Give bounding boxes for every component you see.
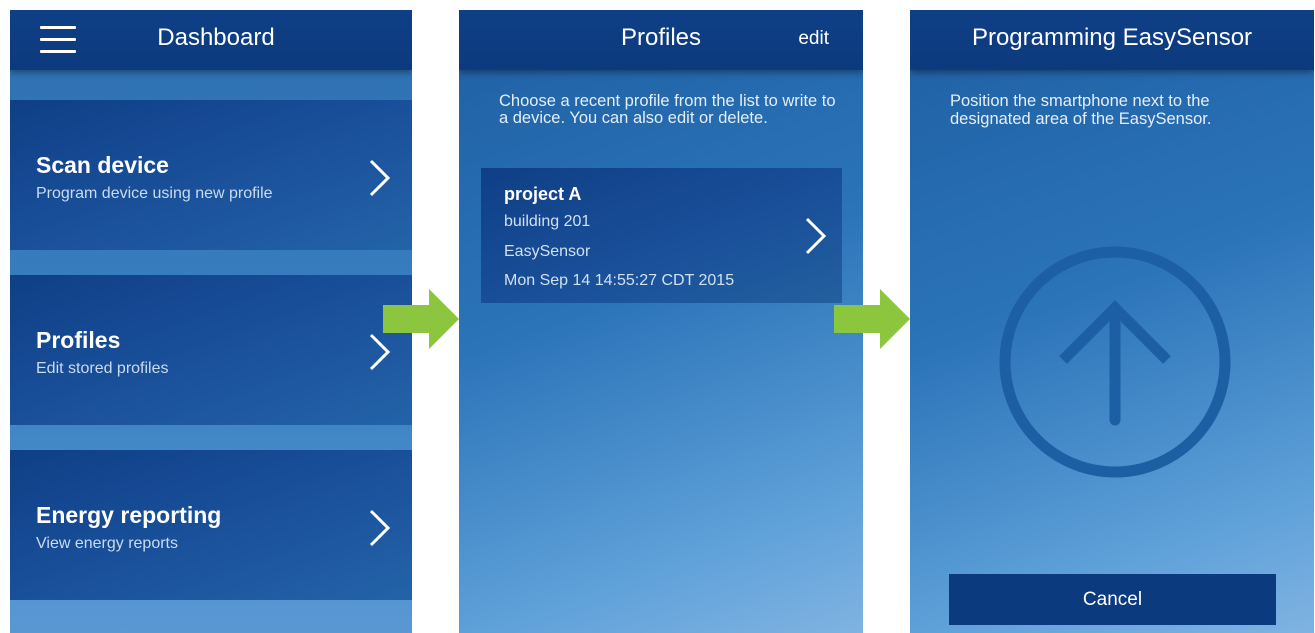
- upload-arrow-icon: [999, 246, 1231, 478]
- card-title: Energy reporting: [36, 502, 222, 528]
- programming-header: Programming EasySensor: [910, 10, 1314, 70]
- profiles-screen: Profiles edit Choose a recent profile fr…: [459, 10, 863, 633]
- flow-arrow-icon: [383, 289, 459, 349]
- dashboard-screen: Dashboard Scan device Program device usi…: [10, 10, 412, 633]
- programming-screen: Programming EasySensor Position the smar…: [910, 10, 1314, 633]
- profiles-header: Profiles edit: [459, 10, 863, 70]
- profile-device: EasySensor: [504, 243, 591, 260]
- chevron-right-icon: [369, 509, 391, 547]
- cancel-button[interactable]: Cancel: [949, 574, 1276, 625]
- card-subtitle: View energy reports: [36, 535, 178, 552]
- dashboard-header: Dashboard: [10, 10, 412, 70]
- profiles-card[interactable]: Profiles Edit stored profiles: [10, 275, 412, 425]
- page-title: Dashboard: [157, 24, 275, 51]
- scan-device-card[interactable]: Scan device Program device using new pro…: [10, 100, 412, 250]
- chevron-right-icon: [369, 159, 391, 197]
- card-title: Scan device: [36, 152, 169, 178]
- card-subtitle: Edit stored profiles: [36, 360, 169, 377]
- energy-reporting-card[interactable]: Energy reporting View energy reports: [10, 450, 412, 600]
- profile-list-item[interactable]: project A building 201 EasySensor Mon Se…: [481, 168, 842, 303]
- flow-arrow-icon: [834, 289, 910, 349]
- edit-button[interactable]: edit: [798, 28, 829, 50]
- profile-name: project A: [504, 184, 582, 204]
- card-title: Profiles: [36, 327, 121, 353]
- page-title: Programming EasySensor: [971, 24, 1253, 51]
- card-subtitle: Program device using new profile: [36, 185, 273, 202]
- chevron-right-icon: [805, 217, 827, 255]
- profiles-intro-text: Choose a recent profile from the list to…: [499, 92, 836, 127]
- profile-building: building 201: [504, 213, 591, 230]
- profile-timestamp: Mon Sep 14 14:55:27 CDT 2015: [504, 272, 735, 289]
- programming-instructions: Position the smartphone next to the desi…: [950, 92, 1212, 128]
